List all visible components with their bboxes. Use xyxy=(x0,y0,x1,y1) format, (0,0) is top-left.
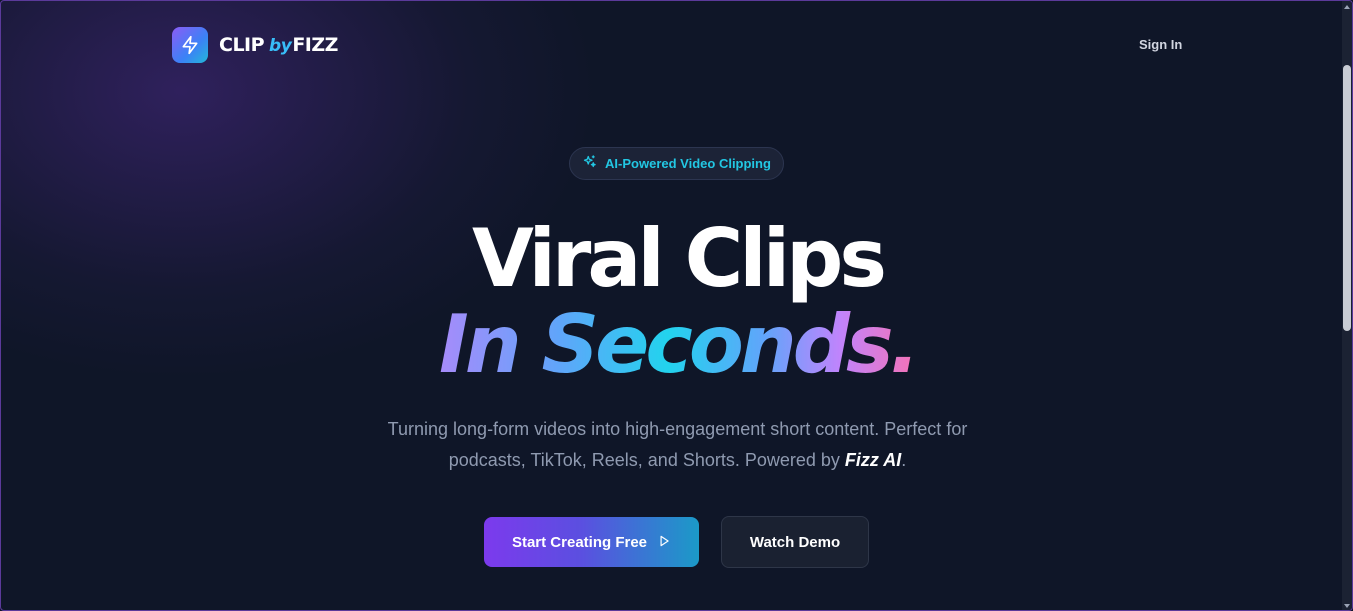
badge-text: AI-Powered Video Clipping xyxy=(605,156,771,171)
subtitle-line-2: podcasts, TikTok, Reels, and Shorts. Pow… xyxy=(1,445,1352,476)
page-scrollbar[interactable] xyxy=(1342,1,1352,610)
page: CLIP byFIZZ Sign In AI-Powered Video Clip… xyxy=(0,0,1353,611)
brand-name-fizz: FIZZ xyxy=(292,34,338,56)
brand-name-clip: CLIP xyxy=(219,34,265,56)
hero-subtitle: Turning long-form videos into high-engag… xyxy=(1,414,1352,476)
sign-in-link[interactable]: Sign In xyxy=(1139,37,1182,52)
lightning-bolt-icon xyxy=(172,27,208,63)
watch-demo-label: Watch Demo xyxy=(749,533,841,551)
brand-name-by: by xyxy=(269,36,292,56)
watch-demo-button[interactable]: Watch Demo xyxy=(721,516,869,568)
headline-line-2-wrapper: In Seconds. xyxy=(1,297,1352,393)
scroll-down-icon[interactable] xyxy=(1344,604,1350,608)
brand-wordmark: CLIP byFIZZ xyxy=(219,34,338,56)
scroll-up-icon[interactable] xyxy=(1344,5,1350,9)
subtitle-period: . xyxy=(901,450,907,470)
start-creating-label: Start Creating Free xyxy=(511,533,648,551)
start-creating-button[interactable]: Start Creating Free xyxy=(484,517,699,567)
ai-badge: AI-Powered Video Clipping xyxy=(569,147,784,180)
subtitle-line-1: Turning long-form videos into high-engag… xyxy=(387,419,968,439)
sparkles-icon xyxy=(582,154,597,174)
brand-logo[interactable]: CLIP byFIZZ xyxy=(172,27,338,63)
headline-line-1: Viral Clips xyxy=(471,212,887,305)
play-icon xyxy=(657,534,671,551)
subtitle-brand: Fizz AI xyxy=(844,450,902,470)
subtitle-line-2-text: podcasts, TikTok, Reels, and Shorts. Pow… xyxy=(448,450,845,470)
headline-line-2: In Seconds. xyxy=(438,298,920,391)
scrollbar-thumb[interactable] xyxy=(1343,65,1351,331)
